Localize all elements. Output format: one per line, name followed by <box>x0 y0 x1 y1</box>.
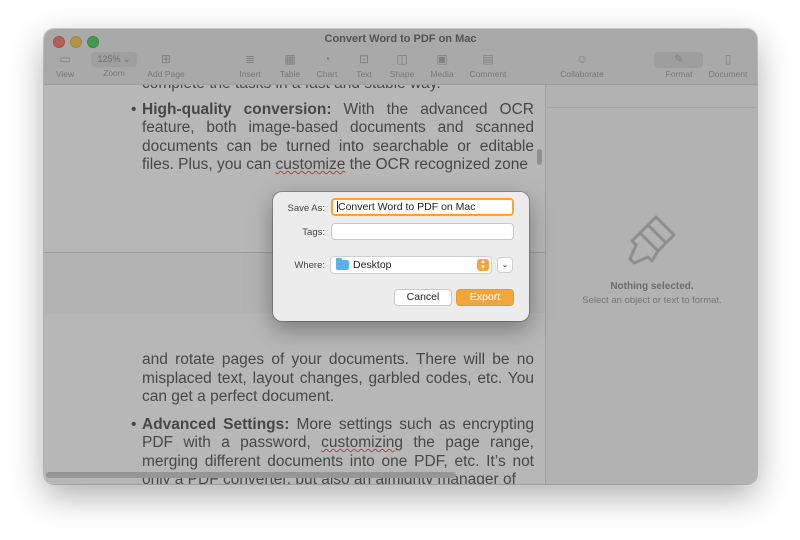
save-as-value: Convert Word to PDF on Mac <box>338 201 476 213</box>
export-button[interactable]: Export <box>456 289 514 306</box>
cancel-button[interactable]: Cancel <box>394 289 452 306</box>
where-value: Desktop <box>353 259 392 271</box>
save-as-input[interactable]: Convert Word to PDF on Mac <box>331 198 514 216</box>
up-down-chevron-icon: ▴ ▾ <box>477 258 489 271</box>
folder-icon <box>336 258 349 270</box>
pages-window: Convert Word to PDF on Mac ▭ View 125% ⌄… <box>44 29 757 484</box>
chevron-down-icon: ⌄ <box>501 260 509 269</box>
where-label: Where: <box>294 260 325 271</box>
export-dialog: Save As: Convert Word to PDF on Mac Tags… <box>273 192 529 321</box>
save-as-label: Save As: <box>287 203 326 214</box>
tags-label: Tags: <box>302 227 325 238</box>
tags-input[interactable] <box>331 223 514 240</box>
expand-dialog-button[interactable]: ⌄ <box>497 257 513 273</box>
where-select[interactable]: Desktop ▴ ▾ <box>330 256 492 274</box>
